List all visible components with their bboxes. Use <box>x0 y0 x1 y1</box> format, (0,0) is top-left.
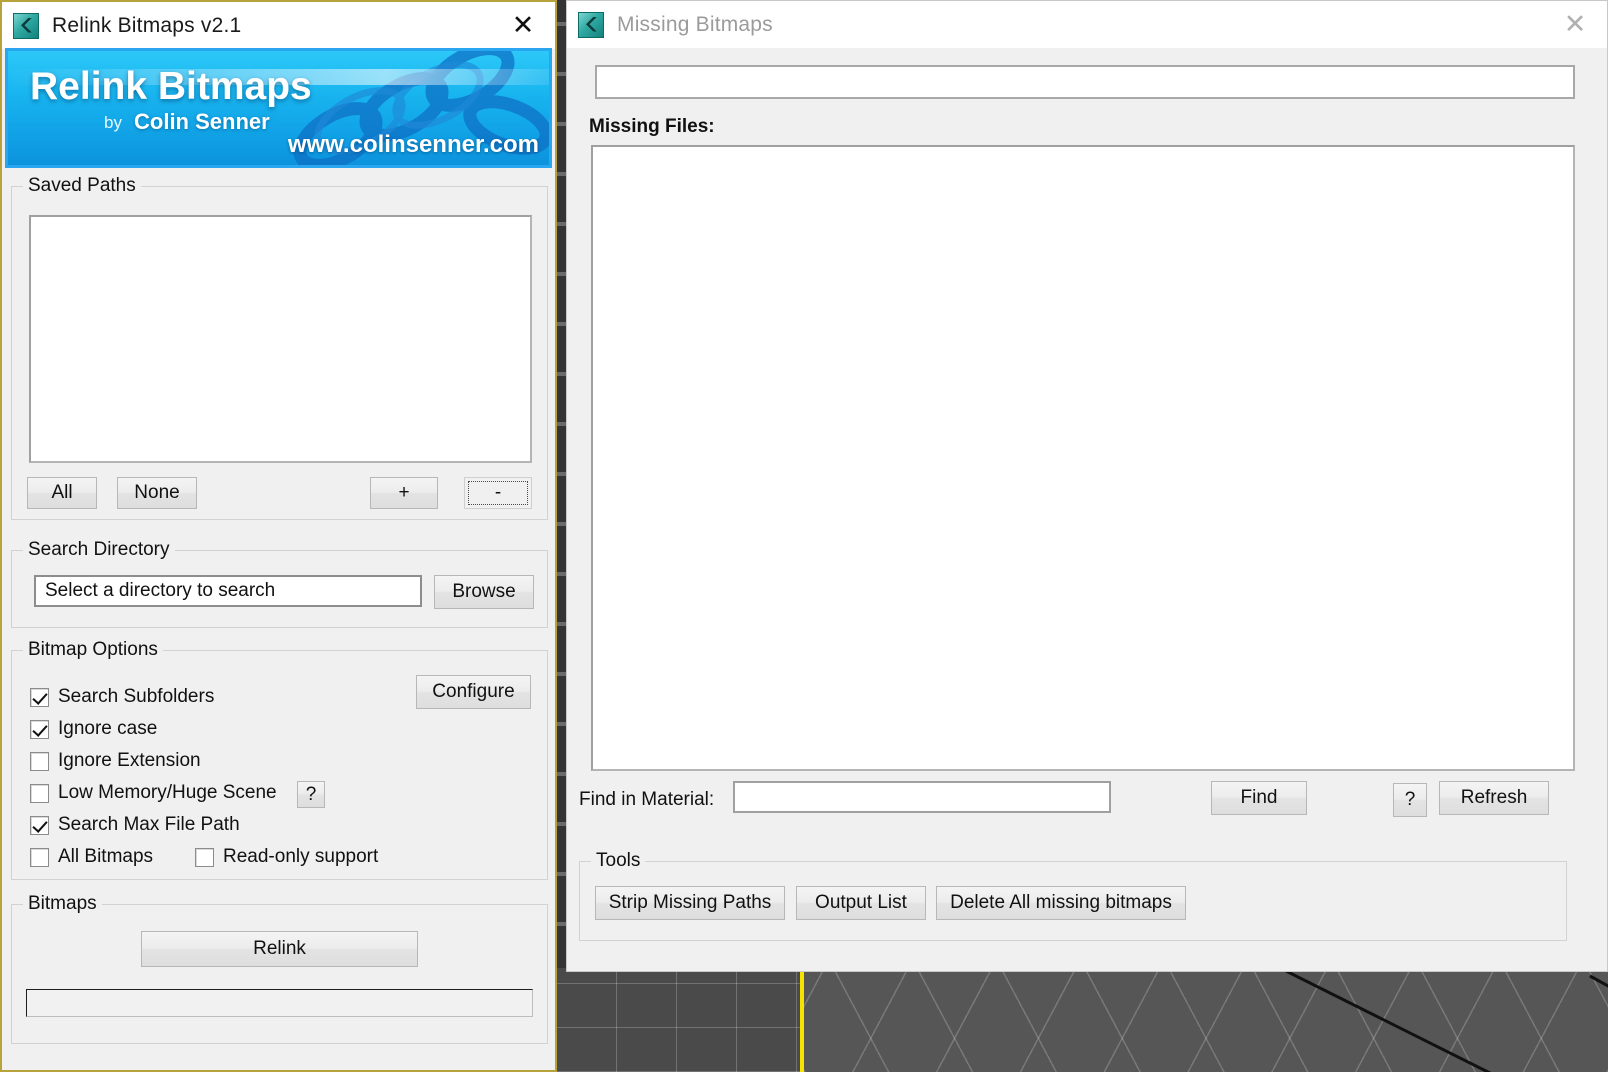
help-button[interactable]: ? <box>1393 783 1427 817</box>
select-all-button[interactable]: All <box>27 477 97 509</box>
saved-paths-legend: Saved Paths <box>23 175 141 197</box>
checkbox-box-read-only-support <box>195 847 214 867</box>
bitmap-options-legend: Bitmap Options <box>23 639 163 661</box>
relink-banner: Relink Bitmaps by Colin Senner www.colin… <box>5 48 552 168</box>
configure-button[interactable]: Configure <box>416 675 531 709</box>
delete-all-missing-bitmaps-button[interactable]: Delete All missing bitmaps <box>936 886 1186 920</box>
checkbox-label-all-bitmaps: All Bitmaps <box>58 846 154 867</box>
remove-path-label: - <box>468 481 528 505</box>
checkbox-box-all-bitmaps <box>30 847 49 867</box>
banner-by: by <box>104 113 122 132</box>
close-icon[interactable]: ✕ <box>1543 1 1607 48</box>
select-none-button[interactable]: None <box>117 477 197 509</box>
checkbox-box-search-max-file-path <box>30 815 49 835</box>
checkbox-label-search-max-file-path: Search Max File Path <box>58 814 240 835</box>
relink-titlebar[interactable]: Relink Bitmaps v2.1 ✕ <box>2 2 555 49</box>
tools-group: Tools Strip Missing Paths Output List De… <box>579 850 1567 941</box>
find-button[interactable]: Find <box>1211 781 1307 815</box>
saved-paths-group: Saved Paths All None + - <box>11 175 548 520</box>
checkbox-all-bitmaps[interactable]: All Bitmaps <box>30 846 153 868</box>
browse-button[interactable]: Browse <box>434 575 534 609</box>
relink-bitmaps-dialog: Relink Bitmaps v2.1 ✕ Relink Bitmaps by … <box>0 0 557 1072</box>
checkbox-label-ignore-case: Ignore case <box>58 718 158 739</box>
refresh-button[interactable]: Refresh <box>1439 781 1549 815</box>
checkbox-box-ignore-case <box>30 719 49 739</box>
banner-title: Relink Bitmaps <box>30 65 312 108</box>
search-directory-input[interactable]: Select a directory to search <box>34 575 422 607</box>
bitmaps-legend: Bitmaps <box>23 893 102 915</box>
checkbox-label-search-subfolders: Search Subfolders <box>58 686 215 707</box>
missing-files-list[interactable] <box>591 145 1575 771</box>
missing-bitmaps-title: Missing Bitmaps <box>617 12 773 36</box>
strip-missing-paths-button[interactable]: Strip Missing Paths <box>595 886 785 920</box>
banner-url[interactable]: www.colinsenner.com <box>288 131 539 159</box>
checkbox-box-search-subfolders <box>30 687 49 707</box>
remove-path-button[interactable]: - <box>464 477 532 509</box>
search-directory-legend: Search Directory <box>23 539 175 561</box>
low-memory-help-button[interactable]: ? <box>297 781 325 808</box>
tools-legend: Tools <box>591 850 646 872</box>
checkbox-box-ignore-extension <box>30 751 49 771</box>
output-list-button[interactable]: Output List <box>796 886 926 920</box>
checkbox-low-memory-huge-scene[interactable]: Low Memory/Huge Scene <box>30 782 277 804</box>
checkbox-ignore-case[interactable]: Ignore case <box>30 718 157 740</box>
max-command-panel <box>556 968 800 1072</box>
relink-progress-bar <box>26 989 533 1017</box>
missing-bitmaps-titlebar[interactable]: Missing Bitmaps ✕ <box>567 1 1607 48</box>
checkbox-label-ignore-extension: Ignore Extension <box>58 750 201 771</box>
bitmaps-group: Bitmaps Relink <box>11 893 548 1044</box>
max-viewport-object <box>800 968 1608 1072</box>
checkbox-label-low-memory-huge-scene: Low Memory/Huge Scene <box>58 782 277 803</box>
search-directory-group: Search Directory Select a directory to s… <box>11 539 548 628</box>
missing-path-input[interactable] <box>595 65 1575 99</box>
saved-paths-list[interactable] <box>29 215 532 463</box>
missing-bitmaps-dialog: Missing Bitmaps ✕ Missing Files: Find in… <box>566 0 1608 972</box>
add-path-button[interactable]: + <box>370 477 438 509</box>
checkbox-box-low-memory-huge-scene <box>30 783 49 803</box>
checkbox-search-subfolders[interactable]: Search Subfolders <box>30 686 214 708</box>
relink-app-icon <box>13 12 39 39</box>
relink-title: Relink Bitmaps v2.1 <box>52 13 242 37</box>
checkbox-label-read-only-support: Read-only support <box>223 846 379 867</box>
close-icon[interactable]: ✕ <box>491 2 555 49</box>
checkbox-read-only-support[interactable]: Read-only support <box>195 846 378 868</box>
missing-files-label: Missing Files: <box>589 116 715 137</box>
bitmap-options-group: Bitmap Options Configure Search Subfolde… <box>11 639 548 880</box>
checkbox-search-max-file-path[interactable]: Search Max File Path <box>30 814 240 836</box>
find-in-material-label: Find in Material: <box>579 789 715 810</box>
banner-author: Colin Senner <box>134 109 270 134</box>
relink-app-icon <box>578 11 604 38</box>
relink-button[interactable]: Relink <box>141 931 418 967</box>
find-in-material-input[interactable] <box>733 781 1111 813</box>
checkbox-ignore-extension[interactable]: Ignore Extension <box>30 750 201 772</box>
